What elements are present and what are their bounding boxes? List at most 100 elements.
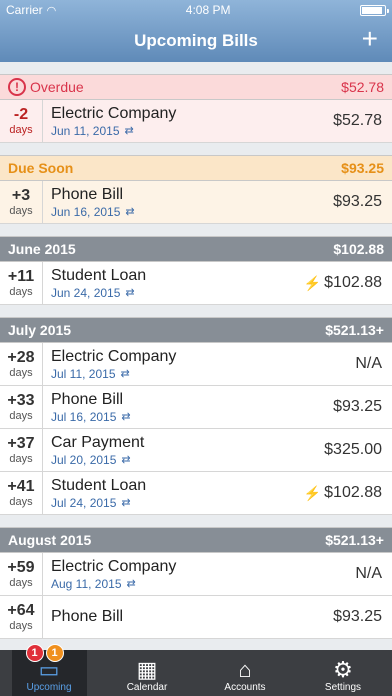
bills-list[interactable]: ! Overdue $52.78 -2 days Electric Company… xyxy=(0,62,392,650)
battery-icon xyxy=(359,4,389,16)
bill-date: Jun 24, 2015 xyxy=(51,285,121,300)
section-header-overdue: ! Overdue $52.78 xyxy=(0,74,392,100)
bill-date: Aug 11, 2015 xyxy=(51,576,122,591)
carrier-label: Carrier xyxy=(6,3,43,17)
section-title: June 2015 xyxy=(8,241,76,257)
section-total: $102.88 xyxy=(333,241,384,257)
overdue-count-badge: 1 xyxy=(25,644,44,662)
section-august: August 2015 $521.13+ +59 days Electric Co… xyxy=(0,527,392,639)
bill-amount: $102.88 xyxy=(324,274,382,291)
bill-row[interactable]: -2 days Electric Company Jun 11, 2015 ⇄ $52… xyxy=(0,100,392,143)
repeat-icon: ⇄ xyxy=(124,124,134,137)
bill-date: Jul 16, 2015 xyxy=(51,409,117,424)
section-due-soon: Due Soon $93.25 +3 days Phone Bill Jun 16,… xyxy=(0,155,392,224)
days-value: +41 xyxy=(7,478,35,495)
section-total: $521.13+ xyxy=(325,322,384,338)
autopay-bolt-icon: ⚡ xyxy=(303,274,322,291)
bill-name: Electric Company xyxy=(51,347,177,365)
bill-name: Electric Company xyxy=(51,557,177,575)
bill-name: Phone Bill xyxy=(51,608,124,625)
days-unit: days xyxy=(9,453,33,465)
bill-date: Jun 16, 2015 xyxy=(51,204,121,219)
days-unit: days xyxy=(9,620,33,632)
bill-name: Phone Bill xyxy=(51,185,124,203)
bill-amount: $52.78 xyxy=(333,112,382,129)
bill-amount: $93.25 xyxy=(333,193,382,210)
section-title: July 2015 xyxy=(8,322,72,338)
days-value: +11 xyxy=(7,268,35,285)
section-header-month: July 2015 $521.13+ xyxy=(0,317,392,343)
repeat-icon: ⇄ xyxy=(121,410,131,423)
gear-icon: ⚙ xyxy=(333,657,353,682)
tab-label: Calendar xyxy=(126,682,168,693)
days-unit: days xyxy=(9,286,33,298)
tab-label: Settings xyxy=(324,682,362,693)
section-total: $52.78 xyxy=(341,79,384,95)
repeat-icon: ⇄ xyxy=(125,286,135,299)
bill-row[interactable]: +59 days Electric Company Aug 11, 2015 ⇄ N/… xyxy=(0,553,392,596)
bill-row[interactable]: +3 days Phone Bill Jun 16, 2015 ⇄ $93.25 xyxy=(0,181,392,224)
bill-row[interactable]: +28 days Electric Company Jul 11, 2015 ⇄ N/… xyxy=(0,343,392,386)
bill-name: Phone Bill xyxy=(51,390,124,408)
page-title: Upcoming Bills xyxy=(134,31,258,50)
days-unit: days xyxy=(9,577,33,589)
days-value: -2 xyxy=(13,106,29,123)
section-title: Overdue xyxy=(30,79,84,95)
navigation-bar: Carrier ◠ 4:08 PM Upcoming Bills + xyxy=(0,0,392,62)
bank-icon: ⌂ xyxy=(238,657,252,682)
bill-amount: $93.25 xyxy=(333,398,382,415)
bill-amount: $93.25 xyxy=(333,608,382,625)
bill-amount: N/A xyxy=(355,355,382,372)
clock: 4:08 PM xyxy=(185,3,231,17)
days-unit: days xyxy=(9,410,33,422)
tab-accounts[interactable]: ⌂ Accounts xyxy=(208,650,283,696)
section-june: June 2015 $102.88 +11 days Student Loan Ju… xyxy=(0,236,392,305)
days-unit: days xyxy=(9,205,33,217)
section-header-month: August 2015 $521.13+ xyxy=(0,527,392,553)
bill-row[interactable]: +11 days Student Loan Jun 24, 2015 ⇄ ⚡ $102.… xyxy=(0,262,392,305)
section-overdue: ! Overdue $52.78 -2 days Electric Company… xyxy=(0,74,392,143)
bill-amount: $325.00 xyxy=(324,441,382,458)
bill-name: Student Loan xyxy=(51,476,147,494)
days-value: +3 xyxy=(11,187,31,204)
section-total: $521.13+ xyxy=(325,532,384,548)
repeat-icon: ⇄ xyxy=(121,453,131,466)
tab-bar: 1 1 ▭ Upcoming ▦ Calendar ⌂ Accounts ⚙ S… xyxy=(0,644,392,696)
tab-upcoming[interactable]: 1 1 ▭ Upcoming xyxy=(11,644,87,696)
days-value: +33 xyxy=(7,392,35,409)
tab-calendar[interactable]: ▦ Calendar xyxy=(110,650,185,696)
bill-amount: $102.88 xyxy=(324,484,382,501)
bill-row[interactable]: +33 days Phone Bill Jul 16, 2015 ⇄ $93.25 xyxy=(0,386,392,429)
status-bar: Carrier ◠ 4:08 PM xyxy=(0,0,392,20)
repeat-icon: ⇄ xyxy=(125,205,135,218)
tab-settings[interactable]: ⚙ Settings xyxy=(306,650,381,696)
section-title: August 2015 xyxy=(8,532,92,548)
bill-date: Jul 11, 2015 xyxy=(51,366,116,381)
bill-date: Jul 24, 2015 xyxy=(51,495,117,510)
bill-row[interactable]: +41 days Student Loan Jul 24, 2015 ⇄ ⚡ $102.… xyxy=(0,472,392,515)
repeat-icon: ⇄ xyxy=(121,496,131,509)
bill-row[interactable]: +64 days Phone Bill $93.25 xyxy=(0,596,392,639)
days-unit: days xyxy=(9,124,33,136)
calendar-icon: ▦ xyxy=(136,657,158,682)
days-value: +37 xyxy=(7,435,35,452)
section-july: July 2015 $521.13+ +28 days Electric Comp… xyxy=(0,317,392,515)
autopay-bolt-icon: ⚡ xyxy=(303,484,322,501)
repeat-icon: ⇄ xyxy=(120,367,130,380)
section-header-due-soon: Due Soon $93.25 xyxy=(0,155,392,181)
bill-name: Car Payment xyxy=(51,433,145,451)
bill-amount: N/A xyxy=(355,565,382,582)
bill-row[interactable]: +37 days Car Payment Jul 20, 2015 ⇄ $325.00 xyxy=(0,429,392,472)
add-bill-button[interactable]: + xyxy=(362,24,378,54)
section-title: Due Soon xyxy=(8,160,74,176)
due-soon-count-badge: 1 xyxy=(45,644,64,662)
tab-label: Upcoming xyxy=(26,682,72,693)
repeat-icon: ⇄ xyxy=(126,577,136,590)
tab-label: Accounts xyxy=(224,682,266,693)
days-value: +28 xyxy=(7,349,35,366)
alert-icon: ! xyxy=(8,78,26,96)
bill-date: Jun 11, 2015 xyxy=(51,123,120,138)
days-unit: days xyxy=(9,496,33,508)
days-unit: days xyxy=(9,367,33,379)
section-total: $93.25 xyxy=(341,160,384,176)
